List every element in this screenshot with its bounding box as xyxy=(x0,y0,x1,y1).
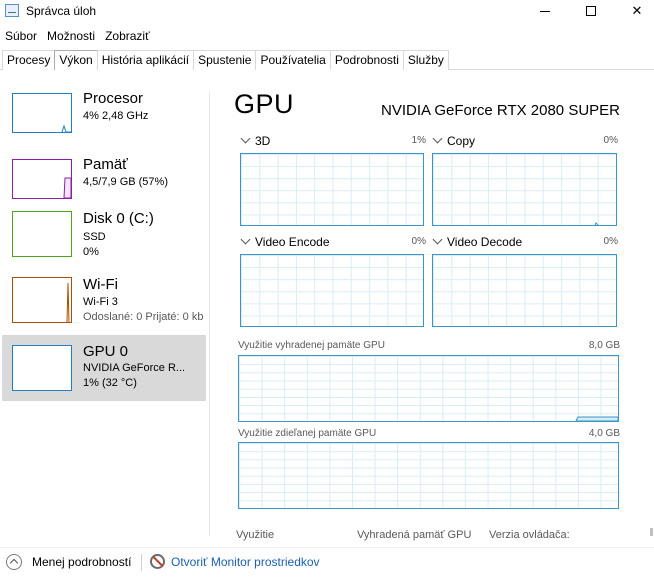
shared-memory-max: 4,0 GB xyxy=(588,428,620,439)
shared-memory-label: Využitie zdieľanej pamäte GPU xyxy=(238,428,377,439)
sidebar-item-gpu[interactable]: GPU 0 NVIDIA GeForce R... 1% (32 °C) xyxy=(2,335,206,401)
sidebar-item-title: Pamäť xyxy=(83,156,128,173)
close-icon: ✕ xyxy=(631,3,643,18)
engine-selector-3d[interactable]: 3D xyxy=(240,133,271,148)
engine-graph-3d xyxy=(240,153,424,226)
sidebar-item-detail-2: 0% xyxy=(83,246,99,258)
minimize-icon xyxy=(540,10,550,12)
dedicated-memory-label: Využitie vyhradenej pamäte GPU xyxy=(238,340,385,351)
chevron-up-circle-icon xyxy=(6,554,22,570)
tab-users[interactable]: Používatelia xyxy=(255,50,331,70)
engine-percent: 0% xyxy=(603,236,618,247)
wifi-thumbnail-graph xyxy=(12,277,72,323)
gpu-model-name: NVIDIA GeForce RTX 2080 SUPER xyxy=(381,102,620,119)
shared-memory-graph xyxy=(238,442,619,509)
task-manager-icon xyxy=(5,4,19,17)
memory-thumbnail-graph xyxy=(12,159,72,199)
gpu-thumbnail-graph xyxy=(12,345,72,391)
cpu-thumbnail-graph xyxy=(12,93,72,133)
page-title: GPU xyxy=(234,89,295,119)
engine-graph-video-encode xyxy=(240,254,424,327)
dedicated-memory-graph xyxy=(238,355,619,422)
stat-label-utilization: Využitie xyxy=(236,529,275,541)
menu-file[interactable]: Súbor xyxy=(0,27,42,45)
tab-details[interactable]: Podrobnosti xyxy=(329,50,404,70)
engine-percent: 0% xyxy=(411,236,426,247)
footer-bar: Menej podrobností Otvoriť Monitor prostr… xyxy=(0,552,654,574)
open-resource-monitor-link[interactable]: Otvoriť Monitor prostriedkov xyxy=(150,554,320,569)
tab-processes[interactable]: Procesy xyxy=(2,50,56,70)
sidebar-item-title: Wi-Fi xyxy=(83,276,118,293)
stat-label-driver-version: Verzia ovládača: xyxy=(489,529,570,541)
tab-performance[interactable]: Výkon xyxy=(54,50,98,70)
stat-label-dedicated-memory: Vyhradená pamäť GPU xyxy=(357,529,472,541)
open-resource-monitor-label: Otvoriť Monitor prostriedkov xyxy=(171,554,320,569)
sidebar-item-title: Procesor xyxy=(83,90,144,107)
engine-name: Copy xyxy=(447,134,476,148)
sidebar-item-wifi[interactable]: Wi-Fi Wi-Fi 3 Odoslané: 0 Prijaté: 0 kb xyxy=(2,276,206,342)
maximize-icon xyxy=(586,6,596,16)
fewer-details-button[interactable]: Menej podrobností xyxy=(6,554,131,570)
maximize-button[interactable] xyxy=(568,0,614,22)
minimize-button[interactable] xyxy=(522,0,568,22)
chevron-down-icon xyxy=(240,234,251,245)
sidebar-item-disk[interactable]: Disk 0 (C:) SSD 0% xyxy=(2,210,206,276)
resource-monitor-icon xyxy=(150,554,165,569)
chevron-down-icon xyxy=(432,133,443,144)
sidebar-item-detail-2: Odoslané: 0 Prijaté: 0 kb xyxy=(83,311,204,323)
fewer-details-label: Menej podrobností xyxy=(32,555,132,569)
resource-sidebar: Procesor 4% 2,48 GHz Pamäť 4,5/7,9 GB (5… xyxy=(0,78,208,538)
tab-startup[interactable]: Spustenie xyxy=(193,50,257,70)
engine-selector-video-decode[interactable]: Video Decode xyxy=(432,234,523,249)
sidebar-item-detail: 4% 2,48 GHz xyxy=(83,110,149,122)
menu-options[interactable]: Možnosti xyxy=(42,27,100,45)
tab-app-history[interactable]: História aplikácií xyxy=(96,50,195,70)
panel-divider xyxy=(209,92,210,536)
engine-percent: 0% xyxy=(603,135,618,146)
engine-percent: 1% xyxy=(411,135,426,146)
chevron-down-icon xyxy=(432,234,443,245)
sidebar-item-detail-2: 1% (32 °C) xyxy=(83,377,137,389)
menu-bar: Súbor Možnosti Zobraziť xyxy=(0,27,155,45)
engine-graph-copy xyxy=(432,153,617,226)
chevron-down-icon xyxy=(240,133,251,144)
title-bar: Správca úloh ✕ xyxy=(0,0,654,23)
sidebar-item-title: GPU 0 xyxy=(83,343,129,360)
engine-name: Video Decode xyxy=(447,235,523,249)
close-button[interactable]: ✕ xyxy=(614,0,654,22)
engine-name: Video Encode xyxy=(255,235,330,249)
window-title: Správca úloh xyxy=(26,4,97,18)
tab-services[interactable]: Služby xyxy=(402,50,449,70)
engine-graph-video-decode xyxy=(432,254,617,327)
sidebar-item-detail: Wi-Fi 3 xyxy=(83,296,118,308)
sidebar-item-cpu[interactable]: Procesor 4% 2,48 GHz xyxy=(2,78,206,144)
sidebar-item-detail: SSD xyxy=(83,231,106,243)
sidebar-item-title: Disk 0 (C:) xyxy=(83,210,154,227)
footer-separator xyxy=(141,554,142,571)
sidebar-item-memory[interactable]: Pamäť 4,5/7,9 GB (57%) xyxy=(2,144,206,210)
engine-selector-copy[interactable]: Copy xyxy=(432,133,476,148)
engine-selector-video-encode[interactable]: Video Encode xyxy=(240,234,330,249)
tab-bar: Procesy Výkon História aplikácií Spusten… xyxy=(2,50,449,70)
sidebar-item-detail: 4,5/7,9 GB (57%) xyxy=(83,176,168,188)
scrollbar-thumb[interactable] xyxy=(650,528,653,536)
footer-divider xyxy=(0,547,654,548)
disk-thumbnail-graph xyxy=(12,211,72,257)
sidebar-item-detail: NVIDIA GeForce R... xyxy=(83,362,186,374)
engine-name: 3D xyxy=(255,134,271,148)
menu-view[interactable]: Zobraziť xyxy=(100,27,155,45)
dedicated-memory-max: 8,0 GB xyxy=(588,340,620,351)
